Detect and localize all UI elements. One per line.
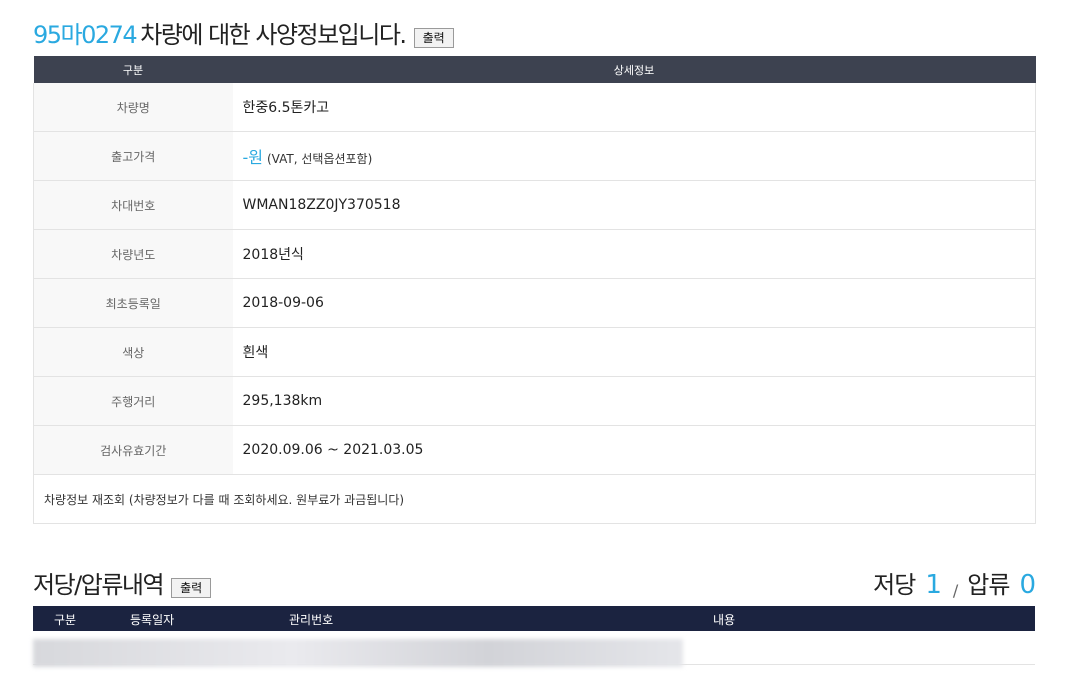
row-value-name: 한중6.5톤카고 [232,83,1036,132]
row-value-registration: 2018-09-06 [232,278,1036,328]
mortgage-label: 저당 [873,571,916,599]
table-row: 색상 흰색 [33,327,1036,377]
lien-counts: 저당 1 / 압류 0 [873,560,1036,600]
table-row: 주행거리 295,138km [33,376,1036,426]
lien-col-content: 내용 [713,613,736,627]
redacted-row-content [33,639,683,667]
mortgage-count: 1 [925,570,942,600]
lien-title-text: 저당/압류내역 [33,571,165,599]
lien-col-number: 관리번호 [289,613,334,627]
spec-table-header: 구분 상세정보 [33,56,1036,83]
spec-table: 구분 상세정보 차량명 한중6.5톤카고 출고가격 -원 (VAT, 선택옵션포함… [33,56,1036,524]
row-label-vin: 차대번호 [33,180,233,230]
table-row: 검사유효기간 2020.09.06 ~ 2021.03.05 [33,425,1036,475]
lien-table-header: 구분 등록일자 관리번호 내용 [33,606,1035,631]
row-label-registration: 최초등록일 [33,278,233,328]
spec-title-text: 차량에 대한 사양정보입니다. [140,21,407,49]
row-value-vin: WMAN18ZZ0JY370518 [232,180,1036,230]
seizure-count: 0 [1019,570,1036,600]
lien-print-button[interactable]: 출력 [171,578,212,598]
lien-col-category: 구분 [54,613,77,627]
count-separator: / [952,581,958,600]
spec-title: 95마0274 차량에 대한 사양정보입니다. 출력 [33,16,454,50]
lien-col-date: 등록일자 [130,613,175,627]
row-value-price: -원 (VAT, 선택옵션포함) [232,131,1036,181]
requery-link[interactable]: 차량정보 재조회 (차량정보가 다를 때 조회하세요. 원부료가 과금됩니다) [33,474,1036,524]
row-label-price: 출고가격 [33,131,233,181]
table-row [33,639,1035,667]
col-detail: 상세정보 [232,56,1036,83]
row-value-mileage: 295,138km [232,376,1036,426]
lien-title: 저당/압류내역 출력 [33,560,212,600]
plate-number: 95마0274 [33,21,138,49]
row-label-year: 차량년도 [33,229,233,279]
row-value-inspection: 2020.09.06 ~ 2021.03.05 [232,425,1036,475]
table-row: 출고가격 -원 (VAT, 선택옵션포함) [33,131,1036,181]
row-label-mileage: 주행거리 [33,376,233,426]
table-row: 최초등록일 2018-09-06 [33,278,1036,328]
seizure-label: 압류 [967,571,1010,599]
price-note: (VAT, 선택옵션포함) [267,152,373,166]
table-row: 차량정보 재조회 (차량정보가 다를 때 조회하세요. 원부료가 과금됩니다) [33,474,1036,524]
row-label-inspection: 검사유효기간 [33,425,233,475]
col-category: 구분 [33,56,233,83]
row-label-name: 차량명 [33,83,233,132]
spec-print-button[interactable]: 출력 [413,28,454,48]
row-value-color: 흰색 [232,327,1036,377]
row-value-year: 2018년식 [232,229,1036,279]
row-label-color: 색상 [33,327,233,377]
table-row: 차량명 한중6.5톤카고 [33,83,1036,132]
table-row: 차대번호 WMAN18ZZ0JY370518 [33,180,1036,230]
table-row: 차량년도 2018년식 [33,229,1036,279]
price-amount: -원 [242,148,264,167]
